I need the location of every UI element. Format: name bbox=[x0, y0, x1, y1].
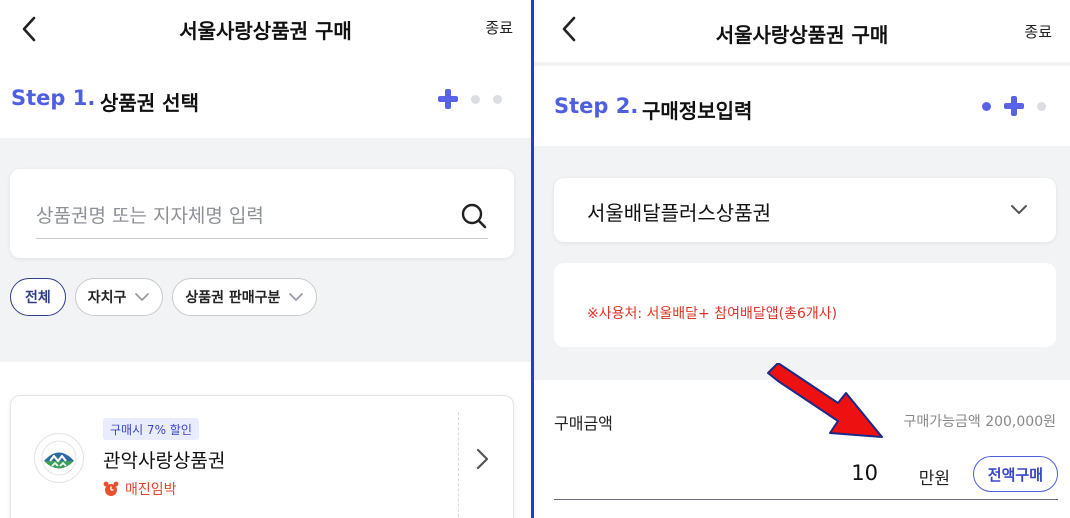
step-progress-dots bbox=[982, 96, 1046, 116]
discount-badge: 구매시 7% 할인 bbox=[103, 418, 199, 440]
close-button[interactable]: 종료 bbox=[485, 17, 513, 38]
search-box bbox=[10, 169, 514, 258]
page-title: 서울사랑상품권 구매 bbox=[715, 23, 889, 47]
chevron-down-icon bbox=[1011, 205, 1027, 214]
voucher-card[interactable]: 구매시 7% 할인 관악사랑상품권 매진임박 bbox=[10, 395, 514, 518]
chevron-down-icon bbox=[135, 293, 150, 301]
step-number: Step 1. bbox=[11, 86, 96, 110]
chip-label: 자치구 bbox=[87, 290, 127, 306]
filter-chip-all[interactable]: 전체 bbox=[10, 278, 66, 316]
available-amount: 구매가능금액 200,000원 bbox=[903, 414, 1056, 430]
amount-label: 구매금액 bbox=[554, 414, 613, 433]
step-title: 상품권 선택 bbox=[100, 91, 199, 115]
step-dot bbox=[471, 94, 480, 104]
step-progress-dots bbox=[438, 89, 502, 109]
filter-chip-sale-type[interactable]: 상품권 판매구분 bbox=[172, 278, 318, 316]
step-indicator: Step 1. 상품권 선택 bbox=[0, 62, 531, 138]
search-input[interactable] bbox=[36, 193, 488, 239]
plus-icon bbox=[438, 89, 458, 109]
plus-icon bbox=[1004, 96, 1024, 116]
amount-input[interactable]: 10 만원 전액구매 bbox=[554, 454, 1058, 500]
voucher-select-value: 서울배달플러스상품권 bbox=[587, 201, 771, 225]
annotation-arrow-icon bbox=[767, 363, 883, 438]
full-purchase-button[interactable]: 전액구매 bbox=[972, 456, 1058, 492]
usage-notice: ※사용처: 서울배달+ 참여배달앱(총6개사) bbox=[554, 263, 1056, 347]
voucher-name: 관악사랑상품권 bbox=[103, 450, 226, 472]
chevron-right-icon[interactable] bbox=[473, 446, 491, 472]
header-bar: 서울사랑상품권 구매 종료 bbox=[0, 0, 531, 62]
step-dot bbox=[493, 94, 502, 104]
chip-label: 상품권 판매구분 bbox=[185, 290, 281, 306]
chip-label: 전체 bbox=[25, 290, 51, 306]
voucher-select[interactable]: 서울배달플러스상품권 bbox=[554, 178, 1056, 242]
step-title: 구매정보입력 bbox=[642, 99, 753, 123]
step-indicator: Step 2. 구매정보입력 bbox=[534, 66, 1070, 146]
search-icon[interactable] bbox=[460, 202, 488, 230]
voucher-list: 구매시 7% 할인 관악사랑상품권 매진임박 bbox=[0, 362, 531, 518]
amount-unit: 만원 bbox=[918, 469, 950, 489]
step-dot bbox=[982, 101, 991, 111]
header-bar: 서울사랑상품권 구매 종료 bbox=[534, 0, 1070, 62]
step1-screen: 서울사랑상품권 구매 종료 Step 1. 상품권 선택 전체 자치구 상품권 … bbox=[0, 0, 531, 518]
filter-chip-district[interactable]: 자치구 bbox=[74, 278, 164, 316]
step-number: Step 2. bbox=[554, 94, 639, 118]
close-button[interactable]: 종료 bbox=[1024, 21, 1052, 42]
filter-chips: 전체 자치구 상품권 판매구분 bbox=[10, 278, 318, 316]
status-text: 매진임박 bbox=[125, 482, 177, 498]
amount-value[interactable]: 10 bbox=[851, 461, 878, 485]
gwanak-logo-icon bbox=[34, 433, 84, 483]
notice-text: ※사용처: 서울배달+ 참여배달앱(총6개사) bbox=[587, 306, 838, 322]
card-divider bbox=[458, 412, 459, 518]
step-dot bbox=[1037, 101, 1046, 111]
page-title: 서울사랑상품권 구매 bbox=[179, 19, 352, 43]
alarm-clock-icon bbox=[103, 481, 119, 496]
chevron-down-icon bbox=[289, 293, 304, 301]
status-badge: 매진임박 bbox=[103, 479, 177, 499]
